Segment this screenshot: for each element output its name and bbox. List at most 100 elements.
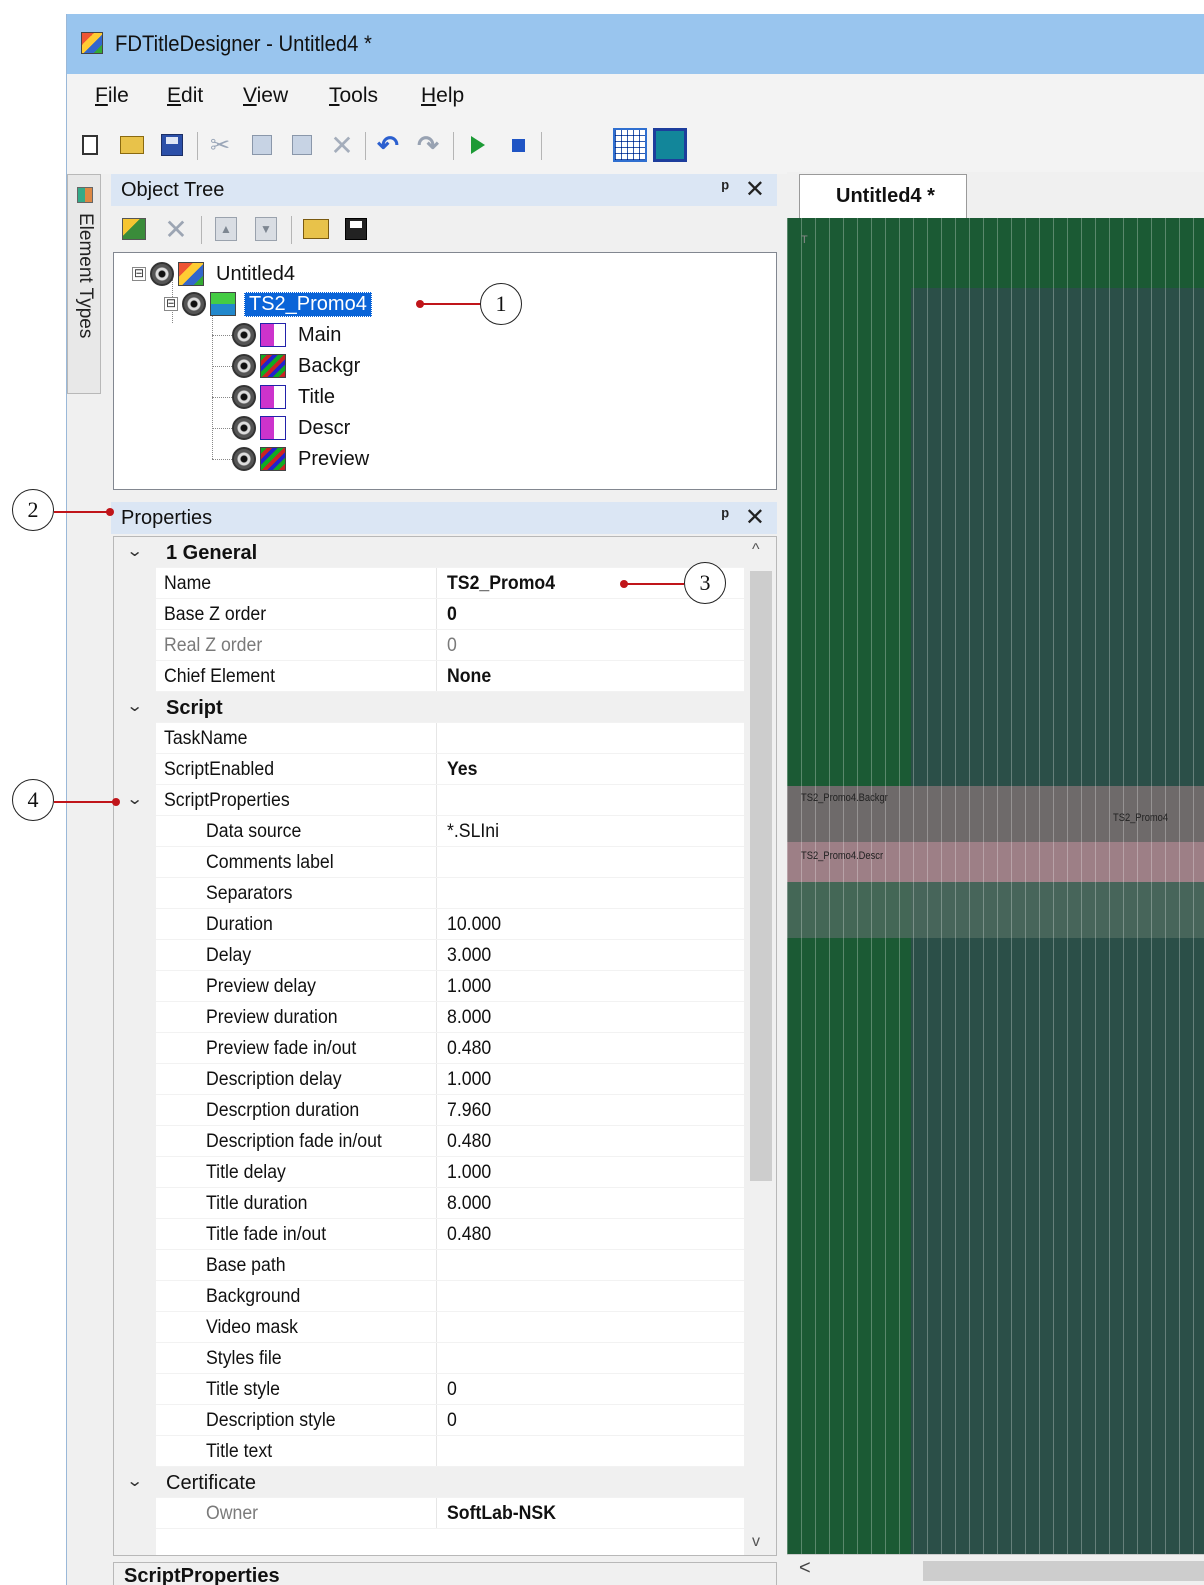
close-icon[interactable]: ✕	[745, 175, 765, 204]
visibility-eye-icon[interactable]	[232, 354, 256, 378]
property-row[interactable]: Preview fade in/out 0.480	[114, 1033, 744, 1064]
property-value[interactable]: 1.000	[447, 976, 491, 998]
property-value[interactable]: 10.000	[447, 914, 501, 936]
stop-button[interactable]	[501, 128, 535, 162]
property-value[interactable]: None	[447, 666, 491, 688]
property-category[interactable]: ⌄ Certificate	[114, 1467, 744, 1498]
copy-button[interactable]	[245, 128, 279, 162]
add-element-button[interactable]	[119, 214, 149, 244]
property-row[interactable]: Title delay 1.000	[114, 1157, 744, 1188]
pin-icon[interactable]: ᵖ	[722, 506, 729, 528]
property-value[interactable]: 0.480	[447, 1224, 491, 1246]
property-row[interactable]: Title duration 8.000	[114, 1188, 744, 1219]
property-row[interactable]: Preview delay 1.000	[114, 971, 744, 1002]
property-row[interactable]: Base path	[114, 1250, 744, 1281]
property-value[interactable]: TS2_Promo4	[447, 573, 555, 595]
tree-node-backgr[interactable]: Backgr	[232, 351, 364, 381]
menu-view[interactable]: View	[243, 84, 288, 108]
element-types-tab[interactable]: Element Types	[67, 174, 101, 394]
scrollbar-thumb[interactable]	[750, 571, 772, 1181]
tree-node-title[interactable]: Title	[232, 382, 339, 412]
property-row[interactable]: Description style 0	[114, 1405, 744, 1436]
property-row[interactable]: Owner SoftLab-NSK	[114, 1498, 744, 1529]
property-row[interactable]: Title fade in/out 0.480	[114, 1219, 744, 1250]
property-row[interactable]: Preview duration 8.000	[114, 1002, 744, 1033]
visibility-eye-icon[interactable]	[150, 262, 174, 286]
design-canvas[interactable]: T TS2_Promo4.Backgr TS2_Promo4 TS2_Promo…	[787, 218, 1204, 1554]
property-value[interactable]: 8.000	[447, 1193, 491, 1215]
chevron-down-icon[interactable]: ⌄	[126, 789, 143, 809]
delete-button[interactable]: ✕	[325, 128, 359, 162]
grid-toggle-button[interactable]	[613, 128, 647, 162]
property-value[interactable]: 1.000	[447, 1069, 491, 1091]
menu-file[interactable]: File	[95, 84, 129, 108]
document-tab[interactable]: Untitled4 *	[799, 174, 967, 218]
property-row[interactable]: Description fade in/out 0.480	[114, 1126, 744, 1157]
property-value[interactable]: 0.480	[447, 1131, 491, 1153]
scroll-up-arrow[interactable]: ^	[752, 541, 760, 559]
tree-node-main[interactable]: Main	[232, 320, 345, 350]
property-category[interactable]: ⌄ Script	[114, 692, 744, 723]
collapse-icon[interactable]: ⊟	[164, 297, 178, 311]
pin-icon[interactable]: ᵖ	[722, 178, 729, 200]
property-value[interactable]: 0	[447, 1379, 457, 1401]
property-row[interactable]: ⌄ ScriptProperties	[114, 785, 744, 816]
tree-node-scene[interactable]: ⊟ TS2_Promo4	[164, 289, 372, 319]
scrollbar-thumb[interactable]	[923, 1561, 1204, 1581]
move-up-button[interactable]: ▲	[211, 214, 241, 244]
chevron-down-icon[interactable]: ⌄	[126, 1471, 143, 1491]
safe-frame-toggle-button[interactable]	[653, 128, 687, 162]
property-row[interactable]: Real Z order 0	[114, 630, 744, 661]
property-value[interactable]: 3.000	[447, 945, 491, 967]
delete-element-button[interactable]: ✕	[161, 214, 191, 245]
tree-node-preview[interactable]: Preview	[232, 444, 373, 474]
property-row[interactable]: Title text	[114, 1436, 744, 1467]
menu-help[interactable]: Help	[421, 84, 464, 108]
scroll-left-arrow[interactable]: <	[799, 1557, 811, 1580]
property-value[interactable]: 0.480	[447, 1038, 491, 1060]
property-row[interactable]: TaskName	[114, 723, 744, 754]
property-row[interactable]: Background	[114, 1281, 744, 1312]
property-row[interactable]: Base Z order 0	[114, 599, 744, 630]
property-row[interactable]: Descrption duration 7.960	[114, 1095, 744, 1126]
play-button[interactable]	[461, 128, 495, 162]
property-value[interactable]: SoftLab-NSK	[447, 1503, 556, 1525]
visibility-eye-icon[interactable]	[232, 385, 256, 409]
property-row[interactable]: ScriptEnabled Yes	[114, 754, 744, 785]
canvas-hscrollbar[interactable]: <	[787, 1554, 1204, 1585]
load-template-button[interactable]	[301, 214, 331, 244]
property-row[interactable]: Data source *.SLIni	[114, 816, 744, 847]
menu-edit[interactable]: Edit	[167, 84, 203, 108]
property-row[interactable]: Delay 3.000	[114, 940, 744, 971]
open-button[interactable]	[115, 128, 149, 162]
property-value[interactable]: 0	[447, 1410, 457, 1432]
cut-button[interactable]: ✂	[203, 128, 237, 162]
property-row[interactable]: Styles file	[114, 1343, 744, 1374]
redo-button[interactable]: ↷	[411, 128, 445, 162]
paste-button[interactable]	[285, 128, 319, 162]
visibility-eye-icon[interactable]	[232, 416, 256, 440]
visibility-eye-icon[interactable]	[232, 447, 256, 471]
property-value[interactable]: 8.000	[447, 1007, 491, 1029]
property-row[interactable]: Separators	[114, 878, 744, 909]
chevron-down-icon[interactable]: ⌄	[126, 696, 143, 716]
move-down-button[interactable]: ▼	[251, 214, 281, 244]
chevron-down-icon[interactable]: ⌄	[126, 541, 143, 561]
tree-node-descr[interactable]: Descr	[232, 413, 354, 443]
property-category[interactable]: ⌄ 1 General	[114, 537, 744, 568]
visibility-eye-icon[interactable]	[232, 323, 256, 347]
property-value[interactable]: 0	[447, 604, 457, 626]
property-grid-scrollbar[interactable]: ^ v	[744, 537, 776, 1555]
property-row[interactable]: Duration 10.000	[114, 909, 744, 940]
menu-tools[interactable]: Tools	[329, 84, 378, 108]
property-row[interactable]: Comments label	[114, 847, 744, 878]
property-row[interactable]: Video mask	[114, 1312, 744, 1343]
undo-button[interactable]: ↶	[371, 128, 405, 162]
property-value[interactable]: 1.000	[447, 1162, 491, 1184]
property-row[interactable]: Description delay 1.000	[114, 1064, 744, 1095]
collapse-icon[interactable]: ⊟	[132, 267, 146, 281]
property-row[interactable]: Title style 0	[114, 1374, 744, 1405]
property-value[interactable]: Yes	[447, 759, 477, 781]
new-button[interactable]	[73, 128, 107, 162]
scroll-down-arrow[interactable]: v	[752, 1533, 760, 1551]
